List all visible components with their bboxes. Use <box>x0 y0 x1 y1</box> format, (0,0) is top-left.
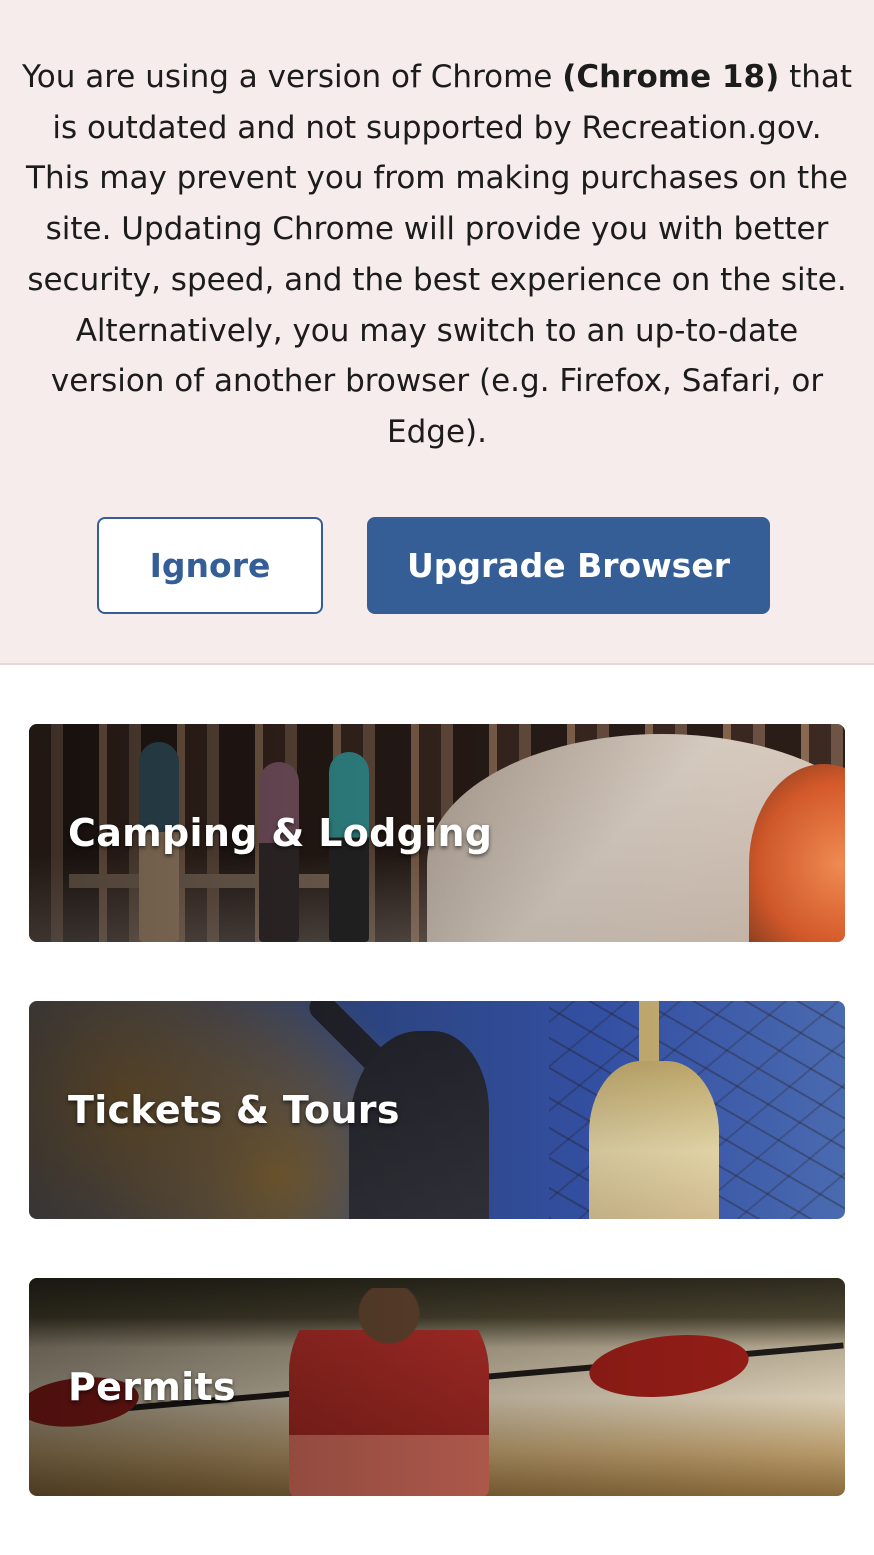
ignore-button[interactable]: Ignore <box>97 517 323 614</box>
camping-lodging-card[interactable]: Camping & Lodging <box>29 724 845 942</box>
browser-version-label: (Chrome 18) <box>562 59 780 95</box>
permits-card[interactable]: Permits <box>29 1278 845 1496</box>
browser-warning-banner: You are using a version of Chrome (Chrom… <box>0 0 874 665</box>
card-title: Permits <box>68 1365 236 1409</box>
upgrade-browser-button[interactable]: Upgrade Browser <box>367 517 770 614</box>
tickets-tours-card[interactable]: Tickets & Tours <box>29 1001 845 1219</box>
warning-text-start: You are using a version of Chrome <box>21 59 563 95</box>
card-title: Camping & Lodging <box>68 811 493 855</box>
browser-warning-message: You are using a version of Chrome (Chrom… <box>20 52 854 458</box>
card-title: Tickets & Tours <box>68 1088 400 1132</box>
warning-text-end: that is outdated and not supported by Re… <box>26 59 853 450</box>
